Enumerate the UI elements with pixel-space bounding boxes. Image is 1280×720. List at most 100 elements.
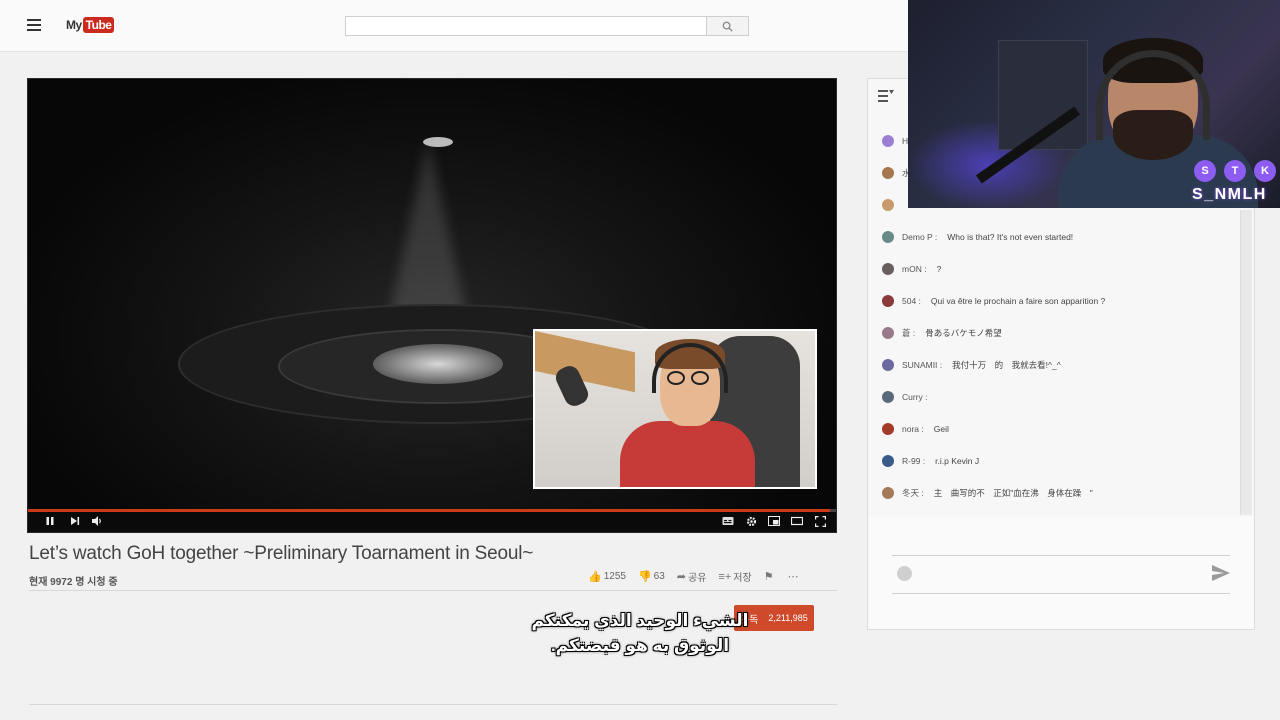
dislike-count: 63 <box>653 571 665 582</box>
more-horizontal-icon: ⋯ <box>787 571 799 583</box>
more-actions-button[interactable]: ⋯ <box>788 570 801 583</box>
subtitle-line-1: الشيء الوحيد الذي يمكنكم <box>531 611 749 630</box>
captions-button[interactable] <box>721 516 735 530</box>
send-icon <box>1212 565 1230 581</box>
chat-message: Curry : <box>882 391 938 403</box>
chat-username[interactable]: 504 : <box>902 296 921 306</box>
captions-icon <box>722 517 734 525</box>
pause-icon <box>46 517 54 525</box>
chat-message: R-99 : r.i.p Kevin J <box>882 455 979 467</box>
chat-username[interactable]: 蒼 : <box>902 327 915 339</box>
chat-avatar[interactable] <box>882 295 894 307</box>
like-count: 1255 <box>603 571 626 582</box>
volume-icon <box>91 516 101 526</box>
next-button[interactable] <box>68 516 82 530</box>
chat-message: mON :? <box>882 263 941 275</box>
search-bar <box>345 16 749 36</box>
chat-username[interactable]: nora : <box>902 424 924 434</box>
chat-username[interactable]: R-99 : <box>902 456 925 466</box>
streamer-webcam <box>908 0 1280 208</box>
live-viewer-count: 현재 9972 명 시청 중 <box>29 577 118 588</box>
fullscreen-icon <box>814 515 826 528</box>
chat-scrollbar[interactable] <box>1240 210 1252 515</box>
chat-message: nora : Geil <box>882 423 949 435</box>
gear-icon <box>746 516 756 527</box>
chat-message: 蒼 : 骨あるバケモノ希望 <box>882 327 1002 339</box>
chat-input-underline <box>892 593 1230 594</box>
search-input[interactable] <box>345 16 707 36</box>
logo-my-text: My <box>66 18 82 32</box>
chat-avatar[interactable] <box>882 487 894 499</box>
chat-message: 504 : Qui va être le prochain a faire son… <box>882 295 1105 307</box>
snapchat-icon: S <box>1194 160 1216 182</box>
chat-username[interactable]: Demo P : <box>902 232 937 242</box>
chat-avatar[interactable] <box>882 231 894 243</box>
chat-username[interactable]: 冬天 : <box>902 487 924 499</box>
settings-button[interactable] <box>744 516 758 530</box>
chat-message: Demo P : Who is that? It's not even start… <box>882 231 1073 243</box>
chat-message-text: Geil <box>933 424 949 434</box>
theater-icon <box>790 516 804 526</box>
send-button[interactable] <box>1212 565 1230 586</box>
chat-message-text: 主 曲写的不 正如"血在沸 身体在躁 " <box>933 488 1093 498</box>
chat-message: SUNAMII : 我付十万 的 我就去看!^_^ <box>882 359 1061 371</box>
video-actions: 👍 1255 👎 63 ➦ 공유 ≡+ 저장 ⚑ ⋯ <box>588 569 813 585</box>
subtitle-line-2: الوثوق به هو قبضتكم. <box>550 636 730 655</box>
chat-username[interactable]: SUNAMII : <box>902 360 942 370</box>
chat-avatar[interactable] <box>882 263 894 275</box>
flag-icon: ⚑ <box>763 571 774 583</box>
share-button[interactable]: ➦ 공유 <box>677 569 707 584</box>
inset-character-glasses <box>667 371 715 385</box>
emoji-icon[interactable] <box>897 566 912 581</box>
video-frame <box>28 79 836 509</box>
save-button[interactable]: ≡+ 저장 <box>718 569 752 585</box>
chat-avatar[interactable] <box>882 167 894 179</box>
chat-username[interactable]: Curry : <box>902 392 928 402</box>
chat-avatar[interactable] <box>882 359 894 371</box>
dislike-button[interactable]: 👎 63 <box>638 570 665 583</box>
volume-button[interactable] <box>90 516 104 530</box>
site-logo[interactable]: My Tube <box>66 17 115 33</box>
next-icon <box>71 517 80 525</box>
kick-icon: K <box>1254 160 1276 182</box>
fullscreen-button[interactable] <box>813 515 827 530</box>
miniplayer-button[interactable] <box>767 516 781 530</box>
like-button[interactable]: 👍 1255 <box>588 570 626 583</box>
chat-avatar[interactable] <box>882 455 894 467</box>
chat-message-text: 骨あるバケモノ希望 <box>925 328 1002 338</box>
search-button[interactable] <box>707 16 749 36</box>
share-icon: ➦ <box>676 571 686 583</box>
chat-input-divider <box>892 555 1230 556</box>
chat-message-text: Who is that? It's not even started! <box>947 232 1074 242</box>
subscriber-count: 2,211,985 <box>768 613 808 623</box>
chat-avatar[interactable] <box>882 199 894 211</box>
hamburger-menu-icon[interactable] <box>27 19 41 31</box>
chat-message-text: ? <box>936 264 942 274</box>
report-button[interactable]: ⚑ <box>764 570 776 583</box>
chat-avatar[interactable] <box>882 135 894 147</box>
chat-avatar[interactable] <box>882 391 894 403</box>
chat-message-input[interactable] <box>918 564 1198 584</box>
chat-avatar[interactable] <box>882 327 894 339</box>
divider <box>29 590 837 591</box>
chat-message: 冬天 : 主 曲写的不 正如"血在沸 身体在躁 " <box>882 487 1093 499</box>
search-icon <box>722 21 733 32</box>
playlist-add-icon: ≡+ <box>718 570 732 583</box>
logo-tube-text: Tube <box>82 17 115 33</box>
chat-avatar[interactable] <box>882 423 894 435</box>
video-title: Let’s watch GoH together ~Preliminary To… <box>29 543 534 564</box>
spotlight-lamp <box>423 137 453 147</box>
picture-in-picture-inset <box>533 329 817 489</box>
pause-button[interactable] <box>43 516 57 530</box>
save-label: 저장 <box>733 573 752 584</box>
translated-subtitle: الشيء الوحيد الذي يمكنكم الوثوق به هو قب… <box>520 608 760 658</box>
chat-username[interactable]: mON : <box>902 264 927 274</box>
chat-message-text: r.i.p Kevin J <box>935 456 980 466</box>
streamer-handle: S_NMLH <box>1192 186 1267 203</box>
chat-sort-icon[interactable] <box>878 89 894 103</box>
twitch-icon: T <box>1224 160 1246 182</box>
theater-mode-button[interactable] <box>790 516 804 530</box>
arena-spotlight-glow <box>373 344 503 384</box>
thumbs-up-icon: 👍 <box>588 571 602 583</box>
video-player[interactable] <box>27 78 837 533</box>
